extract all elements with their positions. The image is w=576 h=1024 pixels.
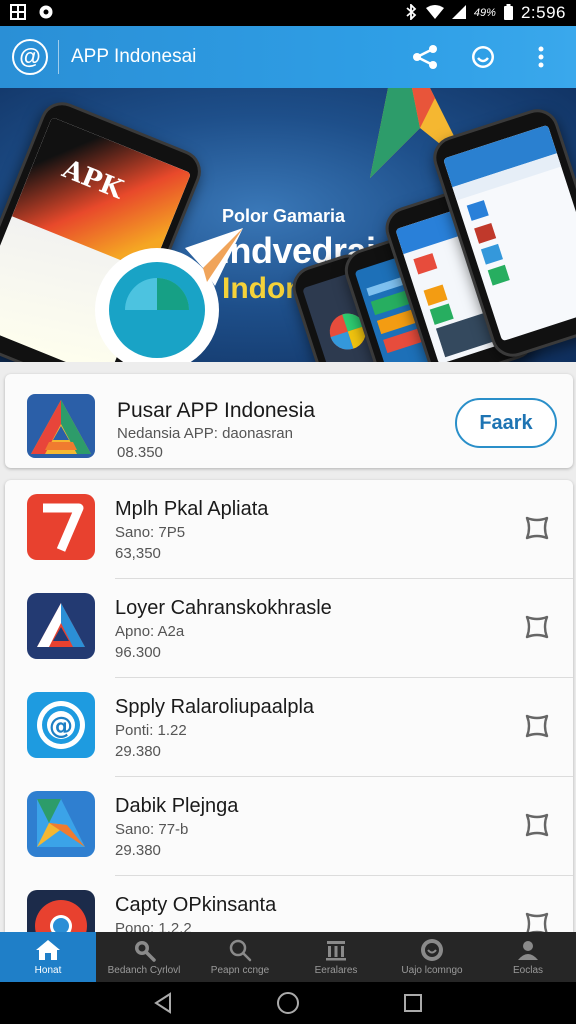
bottom-nav: Honat Bedanch Cyrlovl Peapn ccnge Eerala… <box>0 932 576 982</box>
seven-icon <box>27 494 95 560</box>
featured-app-subtitle: Nedansia APP: daonasran <box>117 425 293 442</box>
app-subtitle: Ponti: 1.22 <box>115 722 187 739</box>
app-count: 29.380 <box>115 743 161 760</box>
wifi-icon <box>425 4 444 22</box>
recents-button[interactable] <box>400 990 426 1016</box>
nav-label: Bedanch Cyrlovl <box>107 965 181 976</box>
app-subtitle: Sano: 77-b <box>115 821 189 838</box>
banner-subtitle: Polor Gamaria <box>222 206 346 226</box>
a-logo-icon <box>27 593 95 659</box>
more-vert-icon <box>538 46 544 68</box>
share-icon <box>413 45 437 69</box>
battery-percent: 49% <box>473 7 496 19</box>
nav-tab-profile[interactable]: Eoclas <box>480 932 576 982</box>
nav-label: Eoclas <box>512 965 543 976</box>
settings-icon <box>38 4 54 23</box>
home-icon <box>35 938 61 962</box>
app-name: Loyer Cahranskokhrasle <box>115 597 332 619</box>
app-name: Capty OPkinsanta <box>115 894 277 916</box>
app-subtitle: Apno: A2a <box>115 623 185 640</box>
app-name: Mplh Pkal Apliata <box>115 498 269 520</box>
nav-label: Eeralares <box>314 965 358 976</box>
recents-icon <box>404 994 423 1012</box>
app-subtitle: Pono: 1.2.2 <box>115 920 192 932</box>
battery-icon <box>503 3 513 23</box>
nav-tab-updates[interactable]: Uajo lcomngo <box>384 932 480 982</box>
featured-app-count: 08.350 <box>117 444 163 461</box>
nav-tab-search[interactable]: Peapn ccnge <box>192 932 288 982</box>
nav-label: Honat <box>34 965 62 976</box>
search-icon <box>227 938 253 962</box>
chrome-icon <box>27 890 95 932</box>
nav-label: Uajo lcomngo <box>401 965 463 976</box>
app-name: Spply Ralaroliupaalpla <box>115 696 315 718</box>
featured-app-name: Pusar APP Indonesia <box>117 399 316 422</box>
circle-home-icon <box>276 992 299 1014</box>
face-icon <box>472 46 494 68</box>
app-list: Mplh Pkal Apliata Sano: 7P5 63,350 Loyer… <box>5 480 573 932</box>
list-item[interactable]: Mplh Pkal Apliata Sano: 7P5 63,350 <box>5 480 573 579</box>
search-icon <box>131 938 157 962</box>
signal-icon <box>451 4 466 22</box>
svg-text:@: @ <box>49 712 73 740</box>
app-count: 29.380 <box>115 842 161 859</box>
bookmark-icon <box>525 516 549 540</box>
featured-app-card[interactable]: Pusar APP Indonesia Nedansia APP: daonas… <box>5 374 573 468</box>
app-count: 63,350 <box>115 545 161 562</box>
back-button[interactable] <box>150 990 176 1016</box>
featured-app-icon <box>27 394 95 458</box>
building-icon <box>323 938 349 962</box>
bookmark-icon <box>525 714 549 738</box>
bookmark-button[interactable] <box>523 514 551 542</box>
list-item[interactable]: Dabik Plejnga Sano: 77-b 29.380 <box>5 777 573 876</box>
promo-banner[interactable]: Polor Gamaria Indvedraia Indomsiai APK <box>0 88 576 362</box>
more-menu-button[interactable] <box>526 42 556 72</box>
arrow-play-icon <box>27 791 95 857</box>
bluetooth-icon <box>404 2 418 23</box>
share-button[interactable] <box>410 42 440 72</box>
app-subtitle: Sano: 7P5 <box>115 524 186 541</box>
account-button[interactable] <box>468 42 498 72</box>
bookmark-button[interactable] <box>523 811 551 839</box>
app-bar: @ APP Indonesai <box>0 26 576 88</box>
app-logo[interactable]: @ <box>12 39 48 75</box>
back-icon <box>153 992 171 1014</box>
featured-action-button[interactable]: Faark <box>455 398 557 448</box>
app-name: Dabik Plejnga <box>115 795 239 817</box>
app-count: 96.300 <box>115 644 161 661</box>
divider <box>58 40 59 74</box>
list-item[interactable]: Capty OPkinsanta Pono: 1.2.2 <box>5 876 573 932</box>
home-button[interactable] <box>275 990 301 1016</box>
clock: 2:596 <box>520 3 566 22</box>
face-icon <box>419 938 445 962</box>
nav-tab-browse[interactable]: Bedanch Cyrlovl <box>96 932 192 982</box>
list-item[interactable]: @ Spply Ralaroliupaalpla Ponti: 1.22 29.… <box>5 678 573 777</box>
paper-plane-icon <box>95 228 243 362</box>
system-nav-bar <box>0 982 576 1024</box>
person-icon <box>515 938 541 962</box>
list-item[interactable]: Loyer Cahranskokhrasle Apno: A2a 96.300 <box>5 579 573 678</box>
bookmark-button[interactable] <box>523 613 551 641</box>
app-title: APP Indonesai <box>71 46 197 67</box>
bookmark-button[interactable] <box>523 910 551 932</box>
nav-label: Peapn ccnge <box>210 965 270 976</box>
status-bar: 49% 2:596 <box>0 0 576 26</box>
grid-icon <box>10 3 26 23</box>
nav-tab-categories[interactable]: Eeralares <box>288 932 384 982</box>
at-sign-icon: @ <box>27 692 95 758</box>
bookmark-icon <box>525 912 549 932</box>
bookmark-icon <box>525 813 549 837</box>
nav-tab-home[interactable]: Honat <box>0 932 96 982</box>
bookmark-icon <box>525 615 549 639</box>
bookmark-button[interactable] <box>523 712 551 740</box>
